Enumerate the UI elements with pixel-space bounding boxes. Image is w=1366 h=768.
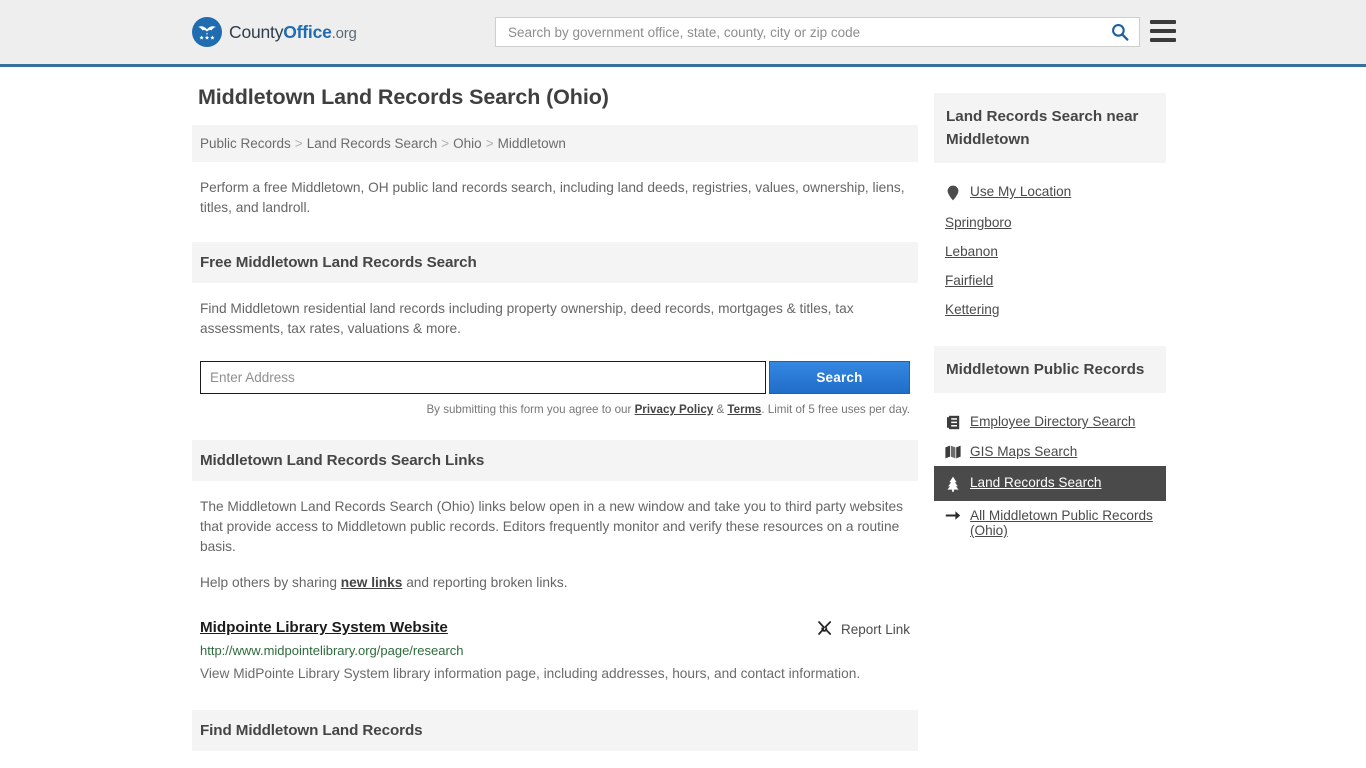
breadcrumb-separator: > xyxy=(485,136,494,151)
sidebar-item-land-records-search[interactable]: Land Records Search xyxy=(934,466,1166,501)
map-pin-icon xyxy=(945,185,961,201)
hamburger-bar xyxy=(1150,38,1176,42)
address-search-form: Search xyxy=(200,361,910,394)
new-links-link[interactable]: new links xyxy=(341,575,403,590)
sidebar-item-label[interactable]: Springboro xyxy=(945,215,1012,230)
find-heading-band: Find Middletown Land Records xyxy=(192,710,918,751)
report-link-button[interactable]: Report Link xyxy=(816,619,910,639)
sidebar-item-label[interactable]: Kettering xyxy=(945,302,999,317)
sidebar-near-list: Use My Location Springboro Lebanon Fairf… xyxy=(934,177,1166,324)
breadcrumb-item-middletown[interactable]: Middletown xyxy=(498,136,566,151)
breadcrumb-item-public-records[interactable]: Public Records xyxy=(200,136,291,151)
help-suffix: and reporting broken links. xyxy=(402,575,568,590)
site-logo-text: CountyOffice.org xyxy=(229,22,357,43)
form-disclaimer: By submitting this form you agree to our… xyxy=(192,394,918,416)
links-section-heading: Middletown Land Records Search Links xyxy=(200,452,485,469)
sidebar-item-label[interactable]: Employee Directory Search xyxy=(970,414,1135,429)
sidebar-item-fairfield[interactable]: Fairfield xyxy=(934,266,1166,295)
breadcrumb-item-land-records-search[interactable]: Land Records Search xyxy=(307,136,438,151)
eagle-shield-icon xyxy=(192,17,222,47)
form-disclaimer-suffix: . Limit of 5 free uses per day. xyxy=(761,403,910,416)
hamburger-bar xyxy=(1150,20,1176,24)
sidebar-records-heading-band: Middletown Public Records xyxy=(934,346,1166,393)
sidebar-item-label[interactable]: Use My Location xyxy=(970,184,1071,199)
link-entry-description: View MidPointe Library System library in… xyxy=(200,666,861,681)
sidebar-item-springboro[interactable]: Springboro xyxy=(934,208,1166,237)
global-search-box[interactable] xyxy=(495,17,1140,47)
links-section-paragraph: The Middletown Land Records Search (Ohio… xyxy=(200,499,904,554)
link-entry: Midpointe Library System Website Report … xyxy=(200,619,910,686)
link-entry-url[interactable]: http://www.midpointelibrary.org/page/res… xyxy=(200,643,910,658)
address-search-input[interactable] xyxy=(200,361,766,394)
breadcrumb: Public Records > Land Records Search > Ohio >… xyxy=(192,125,918,162)
sidebar-item-label[interactable]: Fairfield xyxy=(945,273,993,288)
sidebar-near-heading: Land Records Search near Middletown xyxy=(946,108,1139,148)
hamburger-bar xyxy=(1150,29,1176,33)
broken-link-icon xyxy=(816,619,833,639)
find-section-heading: Find Middletown Land Records xyxy=(200,722,423,739)
breadcrumb-separator: > xyxy=(441,136,450,151)
sidebar-item-employee-directory-search[interactable]: Employee Directory Search xyxy=(934,407,1166,437)
tree-icon xyxy=(945,476,961,492)
free-search-heading: Free Middletown Land Records Search xyxy=(200,254,477,271)
global-search-input[interactable] xyxy=(506,23,1111,41)
site-header: CountyOffice.org xyxy=(0,0,1366,67)
form-disclaimer-amp: & xyxy=(713,403,728,416)
sidebar-near-heading-band: Land Records Search near Middletown xyxy=(934,93,1166,163)
page-container: Middletown Land Records Search (Ohio) Pu… xyxy=(0,67,1366,768)
sidebar-item-label[interactable]: GIS Maps Search xyxy=(970,444,1077,459)
sidebar-records-heading: Middletown Public Records xyxy=(946,361,1145,378)
terms-link[interactable]: Terms xyxy=(727,403,761,416)
help-prefix: Help others by sharing xyxy=(200,575,341,590)
sidebar-item-label[interactable]: All Middletown Public Records (Ohio) xyxy=(970,508,1155,538)
sidebar-item-label[interactable]: Lebanon xyxy=(945,244,998,259)
map-icon xyxy=(945,445,961,459)
form-disclaimer-prefix: By submitting this form you agree to our xyxy=(426,403,635,416)
page-intro-text: Perform a free Middletown, OH public lan… xyxy=(200,180,905,215)
links-section-help: Help others by sharing new links and rep… xyxy=(192,573,918,593)
main-content: Middletown Land Records Search (Ohio) Pu… xyxy=(192,85,918,768)
sidebar-item-label[interactable]: Land Records Search xyxy=(970,475,1101,490)
page-title: Middletown Land Records Search (Ohio) xyxy=(198,85,609,109)
report-link-label: Report Link xyxy=(840,621,910,637)
logo-text-county: County xyxy=(229,21,284,42)
hamburger-menu-icon[interactable] xyxy=(1150,20,1176,42)
sidebar-records-list: Employee Directory Search GIS Maps Searc… xyxy=(934,407,1166,545)
privacy-policy-link[interactable]: Privacy Policy xyxy=(635,403,714,416)
arrow-right-icon xyxy=(945,509,961,522)
breadcrumb-item-ohio[interactable]: Ohio xyxy=(453,136,482,151)
sidebar-item-all-public-records[interactable]: All Middletown Public Records (Ohio) xyxy=(934,501,1166,545)
link-entry-title[interactable]: Midpointe Library System Website xyxy=(200,619,448,636)
address-search-button[interactable]: Search xyxy=(768,361,910,394)
free-search-description: Find Middletown residential land records… xyxy=(200,301,854,336)
breadcrumb-separator: > xyxy=(294,136,303,151)
sidebar-item-kettering[interactable]: Kettering xyxy=(934,295,1166,324)
sidebar: Land Records Search near Middletown Use … xyxy=(934,85,1166,768)
address-book-icon xyxy=(945,415,961,430)
sidebar-item-use-my-location[interactable]: Use My Location xyxy=(934,177,1166,208)
site-logo[interactable]: CountyOffice.org xyxy=(192,17,357,47)
search-icon[interactable] xyxy=(1111,23,1129,41)
sidebar-item-lebanon[interactable]: Lebanon xyxy=(934,237,1166,266)
free-search-heading-band: Free Middletown Land Records Search xyxy=(192,242,918,283)
links-heading-band: Middletown Land Records Search Links xyxy=(192,440,918,481)
sidebar-item-gis-maps-search[interactable]: GIS Maps Search xyxy=(934,437,1166,466)
logo-text-office: Office xyxy=(283,21,332,42)
logo-text-org: .org xyxy=(331,24,357,42)
